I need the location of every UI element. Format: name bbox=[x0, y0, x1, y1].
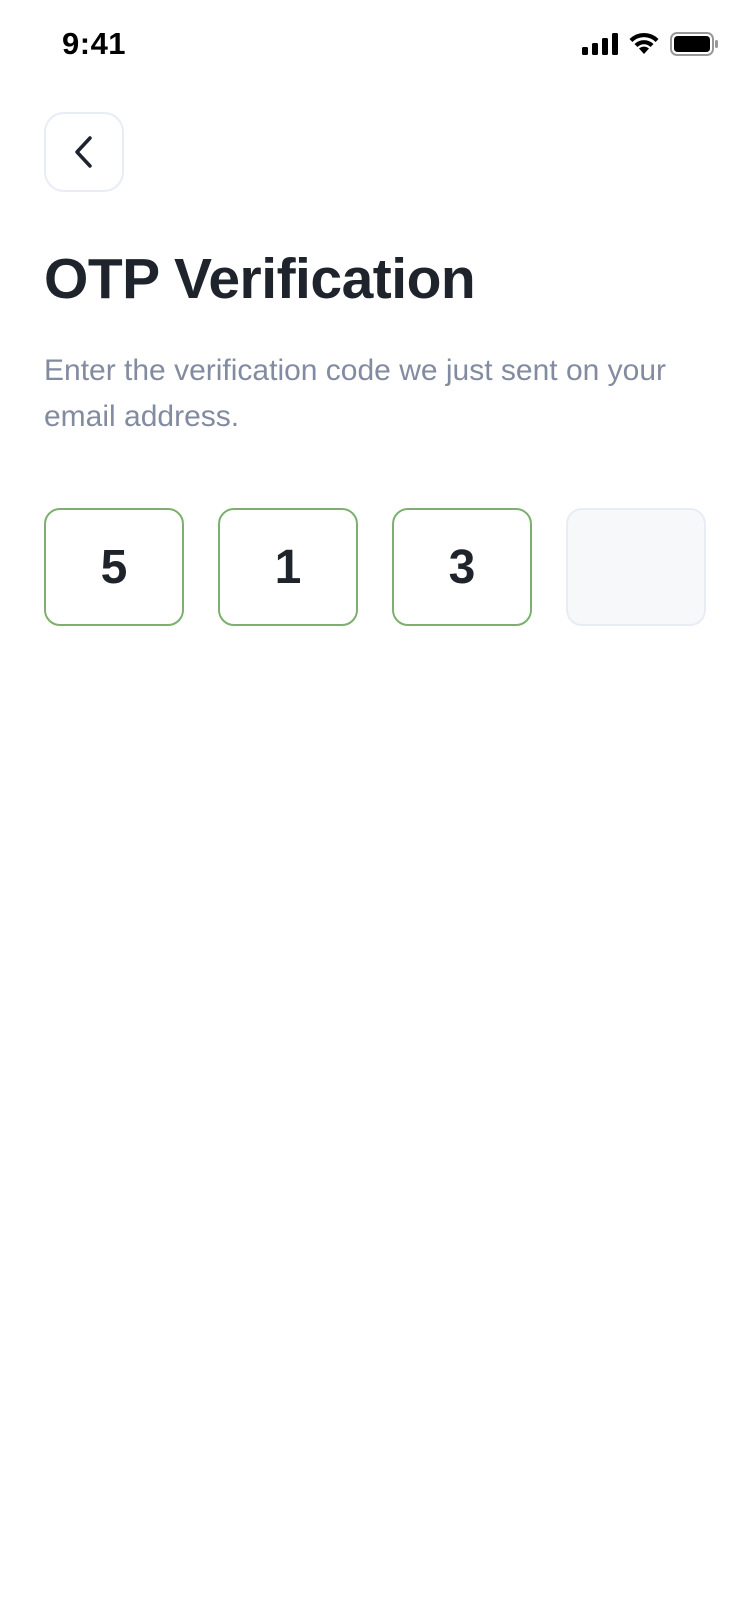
otp-digit-3[interactable]: 3 bbox=[392, 508, 532, 626]
otp-digit-4[interactable] bbox=[566, 508, 706, 626]
back-button[interactable] bbox=[44, 112, 124, 192]
status-bar: 9:41 bbox=[0, 0, 750, 88]
battery-icon bbox=[670, 32, 718, 56]
page-title: OTP Verification bbox=[44, 247, 476, 311]
otp-digit-1[interactable]: 5 bbox=[44, 508, 184, 626]
page-subtitle: Enter the verification code we just sent… bbox=[44, 354, 667, 433]
otp-digit-2[interactable]: 1 bbox=[218, 508, 358, 626]
status-icons bbox=[582, 32, 718, 56]
otp-input-group: 5 1 3 bbox=[44, 508, 706, 626]
status-time: 9:41 bbox=[62, 26, 127, 61]
cellular-signal-icon bbox=[582, 33, 618, 55]
wifi-icon bbox=[629, 32, 659, 54]
chevron-left-icon bbox=[75, 136, 92, 168]
